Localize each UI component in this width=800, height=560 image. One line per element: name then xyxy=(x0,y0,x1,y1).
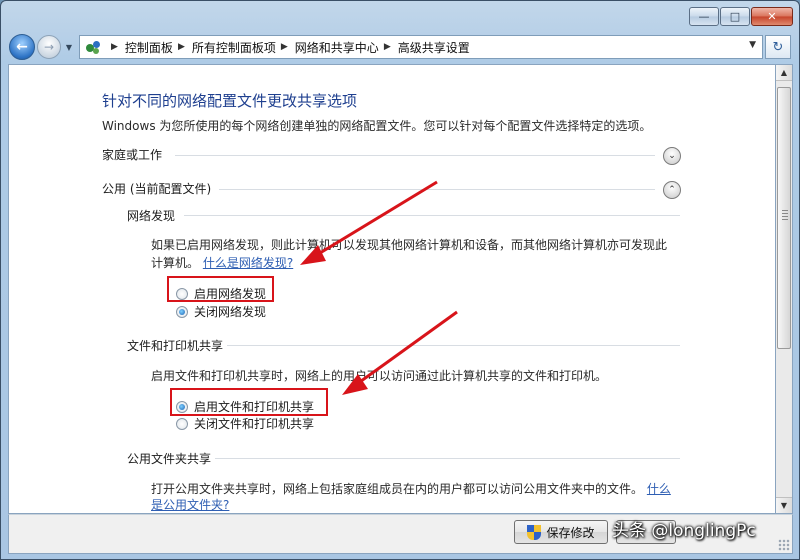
file-sharing-off-label[interactable]: 关闭文件和打印机共享 xyxy=(194,415,314,432)
address-bar[interactable]: ▶ 控制面板 ▶ 所有控制面板项 ▶ 网络和共享中心 ▶ 高级共享设置 ▼ xyxy=(79,35,763,59)
save-changes-button[interactable]: 保存修改 xyxy=(514,520,608,544)
divider xyxy=(227,345,680,346)
breadcrumb-network-center[interactable]: 网络和共享中心 xyxy=(295,39,379,56)
save-changes-label: 保存修改 xyxy=(546,525,595,540)
network-discovery-text: 如果已启用网络发现，则此计算机可以发现其他网络计算机和设备，而其他网络计算机亦可… xyxy=(151,238,668,252)
breadcrumb-all-items[interactable]: 所有控制面板项 xyxy=(192,39,276,56)
radio-file-sharing-off[interactable] xyxy=(176,417,188,430)
network-discovery-off-option[interactable]: 关闭网络发现 xyxy=(176,303,266,320)
divider xyxy=(215,458,680,459)
public-folder-link-line2[interactable]: 是公用文件夹? xyxy=(151,496,229,513)
breadcrumb-separator-icon[interactable]: ▶ xyxy=(111,42,118,52)
resize-grip-icon[interactable] xyxy=(778,539,790,551)
scroll-up-icon[interactable]: ▲ xyxy=(776,65,792,81)
what-is-network-discovery-link[interactable]: 什么是网络发现? xyxy=(203,256,293,270)
profile-home-work-label[interactable]: 家庭或工作 xyxy=(102,146,162,163)
radio-network-discovery-off[interactable] xyxy=(176,305,188,318)
network-discovery-text-2: 计算机。 什么是网络发现? xyxy=(151,254,293,272)
address-dropdown-icon[interactable]: ▼ xyxy=(749,40,756,50)
profile-public-label[interactable]: 公用 (当前配置文件) xyxy=(102,180,211,197)
scroll-down-icon[interactable]: ▼ xyxy=(776,497,792,513)
vertical-scrollbar[interactable]: ▲ ▼ xyxy=(776,64,793,514)
breadcrumb-separator-icon[interactable]: ▶ xyxy=(384,42,391,52)
divider xyxy=(219,189,655,190)
breadcrumb-control-panel[interactable]: 控制面板 xyxy=(125,39,173,56)
watermark: 头条 @longlingPc xyxy=(612,521,756,541)
collapse-public-button[interactable]: ⌃ xyxy=(663,181,681,199)
breadcrumb-separator-icon[interactable]: ▶ xyxy=(178,42,185,52)
file-printer-sharing-heading: 文件和打印机共享 xyxy=(127,339,224,353)
minimize-button[interactable]: — xyxy=(689,7,719,26)
network-discovery-heading: 网络发现 xyxy=(127,209,176,223)
expand-home-work-button[interactable]: ⌄ xyxy=(663,147,681,165)
file-sharing-off-option[interactable]: 关闭文件和打印机共享 xyxy=(176,415,314,432)
network-discovery-off-label[interactable]: 关闭网络发现 xyxy=(194,303,266,320)
divider xyxy=(184,215,680,216)
forward-button[interactable]: → xyxy=(37,35,61,59)
refresh-button[interactable]: ↻ xyxy=(765,35,791,59)
public-folder-sharing-text-body: 打开公用文件夹共享时，网络上包括家庭组成员在内的用户都可以访问公用文件夹中的文件… xyxy=(151,482,644,496)
highlight-box-network-discovery xyxy=(167,276,274,302)
scroll-thumb[interactable] xyxy=(777,87,791,349)
window-controls: — □ ✕ xyxy=(689,7,793,26)
what-is-public-folder-link-2[interactable]: 是公用文件夹? xyxy=(151,498,229,512)
page-description: Windows 为您所使用的每个网络创建单独的网络配置文件。您可以针对每个配置文… xyxy=(102,119,652,133)
page-title: 针对不同的网络配置文件更改共享选项 xyxy=(102,92,358,110)
file-printer-sharing-text: 启用文件和打印机共享时，网络上的用户可以访问通过此计算机共享的文件和打印机。 xyxy=(151,369,608,383)
breadcrumb-separator-icon[interactable]: ▶ xyxy=(281,42,288,52)
network-center-icon xyxy=(84,39,102,55)
divider xyxy=(175,155,655,156)
uac-shield-icon xyxy=(527,524,542,540)
history-dropdown-icon[interactable]: ▼ xyxy=(63,43,75,52)
maximize-button[interactable]: □ xyxy=(720,7,750,26)
what-is-public-folder-link[interactable]: 什么 xyxy=(647,482,671,496)
highlight-box-file-sharing xyxy=(170,388,328,416)
settings-content: 针对不同的网络配置文件更改共享选项 Windows 为您所使用的每个网络创建单独… xyxy=(8,64,776,514)
back-button[interactable]: ← xyxy=(9,34,35,60)
public-folder-sharing-heading: 公用文件夹共享 xyxy=(127,452,212,466)
navigation-bar: ← → ▼ ▶ 控制面板 ▶ 所有控制面板项 ▶ 网络和共享中心 ▶ 高级共享设… xyxy=(9,33,791,61)
close-button[interactable]: ✕ xyxy=(751,7,793,26)
network-discovery-text-line2: 计算机。 xyxy=(151,256,200,270)
breadcrumb-advanced-sharing[interactable]: 高级共享设置 xyxy=(398,39,470,56)
